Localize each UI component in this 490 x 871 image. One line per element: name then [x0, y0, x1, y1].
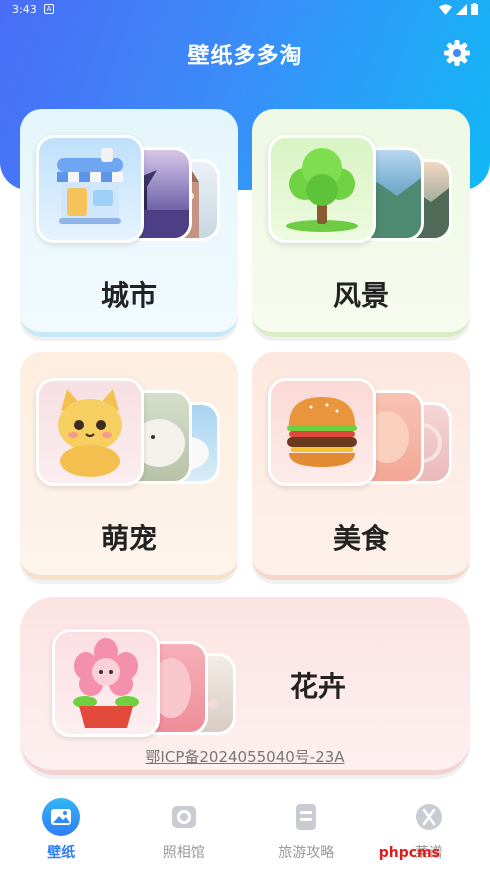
cat-illustration: [58, 389, 122, 477]
tab-travel-guide[interactable]: 旅游攻略: [245, 790, 368, 871]
image-icon: [42, 798, 81, 836]
category-card-food[interactable]: 美食: [252, 352, 470, 580]
pet-main-image: [36, 378, 144, 486]
icp-link[interactable]: 鄂ICP备2024055040号-23A: [0, 746, 490, 767]
wifi-icon: [439, 4, 452, 15]
shop-illustration: [57, 148, 123, 224]
burger-illustration: [287, 397, 357, 467]
food-main-image: [268, 378, 376, 486]
category-label-flower: 花卉: [290, 670, 347, 703]
status-icons: [439, 3, 478, 15]
status-bar: 3:43 A: [0, 0, 490, 22]
page-title: 壁纸多多淘: [187, 44, 303, 69]
notification-icon: A: [44, 4, 54, 14]
bottom-tab-bar: 壁纸 照相馆 旅游攻略 菜谱 phpcms: [0, 790, 490, 871]
status-time: 3:43: [12, 3, 37, 16]
watermark-text: phpcms: [378, 845, 440, 861]
gear-icon: [444, 40, 470, 66]
category-label-city: 城市: [100, 279, 157, 312]
category-card-pet[interactable]: 萌宠: [20, 352, 238, 580]
battery-icon: [471, 3, 478, 15]
flower-main-image: [52, 629, 160, 737]
tab-label-travel-guide: 旅游攻略: [278, 845, 335, 861]
tab-label-photo-studio: 照相馆: [162, 845, 205, 861]
tab-photo-studio[interactable]: 照相馆: [123, 790, 246, 871]
tab-wallpaper[interactable]: 壁纸: [0, 790, 123, 871]
flower-illustration: [73, 638, 139, 728]
city-main-image: [36, 135, 144, 243]
category-card-city[interactable]: 城市: [20, 109, 238, 337]
settings-button[interactable]: [442, 38, 472, 68]
scenery-main-image: [268, 135, 376, 243]
category-label-food: 美食: [332, 522, 389, 555]
tab-label-wallpaper: 壁纸: [47, 845, 76, 861]
cutlery-icon: [410, 798, 448, 836]
signal-icon: [456, 3, 467, 15]
category-label-pet: 萌宠: [100, 522, 157, 555]
camera-icon: [165, 798, 203, 836]
category-card-scenery[interactable]: 风景: [252, 109, 470, 337]
guide-icon: [287, 798, 325, 836]
tree-illustration: [286, 148, 358, 232]
app-screen: 3:43 A 壁纸多多淘 城市 风景 萌宠 美食 花卉 鄂ICP备2024055…: [0, 0, 490, 871]
category-label-scenery: 风景: [332, 279, 389, 312]
